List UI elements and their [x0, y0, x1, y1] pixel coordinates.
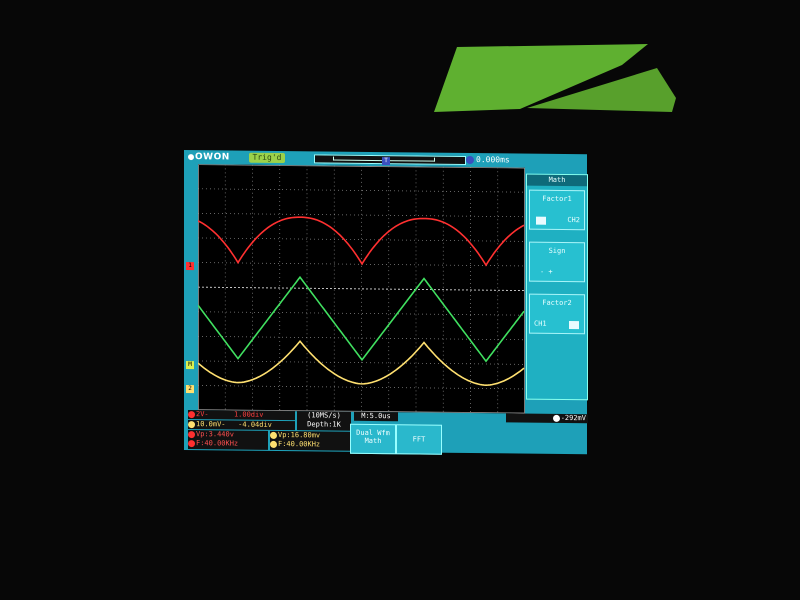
acquisition-info: (10MS/s) Depth:1K: [297, 411, 351, 431]
sign-value: - +: [540, 267, 553, 276]
math-marker[interactable]: M: [186, 361, 194, 370]
math-waveform: [197, 275, 525, 363]
ch1-vp: Vp:3.440v: [196, 430, 234, 439]
ch1-measurements: Vp:3.440v F:40.00KHz: [188, 430, 268, 450]
ch2-scale-row: 10.0mV- -4.04div: [188, 420, 295, 431]
waveform-svg: [197, 164, 525, 414]
trigger-top-marker[interactable]: T: [382, 157, 390, 166]
ch1-ground-marker[interactable]: 1: [186, 262, 194, 271]
ch2-frequency: F:40.00KHz: [278, 439, 321, 449]
factor2-value: CH1: [534, 319, 547, 328]
ch2-meas-icon: [270, 431, 277, 439]
brand-logo: OWON: [188, 152, 230, 162]
waveform-display[interactable]: 1 M 2 T: [186, 157, 525, 414]
factor1-option[interactable]: Factor1 CH2: [529, 189, 585, 231]
factor2-option[interactable]: Factor2 CH1: [529, 293, 585, 335]
sign-option[interactable]: Sign - +: [529, 241, 585, 283]
trigger-level-readout: -292mV: [506, 413, 588, 424]
trigger-status-badge: Trig'd: [249, 152, 285, 164]
memory-depth: Depth:1K: [307, 420, 341, 429]
graticule: [198, 164, 525, 414]
memory-position-bar: [314, 154, 466, 165]
factor1-value: CH2: [567, 216, 580, 225]
factor2-swatch: [569, 321, 579, 330]
menu-title: Math: [527, 174, 587, 187]
fft-softkey[interactable]: FFT: [396, 424, 442, 455]
factor2-label: Factor2: [542, 298, 572, 308]
trigger-time-position: 0.000ms: [466, 155, 510, 164]
ch1-waveform: [197, 216, 525, 267]
ch1-meas-icon: [188, 430, 195, 438]
sign-label: Sign: [548, 246, 566, 255]
ch2-freq-icon: [270, 440, 277, 448]
ch2-measurements: Vp:16.80mv F:40.00KHz: [270, 430, 351, 451]
factor1-swatch: [536, 216, 546, 225]
ch1-scale-row: 2V- 1.00div: [188, 410, 295, 421]
ch1-frequency: F:40.00KHz: [196, 439, 239, 448]
photo-scene: OWON Trig'd 0.000ms 1 M 2 T Math Factor1: [0, 0, 800, 600]
brand-dot-icon: [188, 153, 194, 160]
factor1-label: Factor1: [542, 194, 572, 204]
dual-wfm-math-softkey[interactable]: Dual Wfm Math: [350, 423, 396, 455]
trigger-position-icon: [466, 155, 474, 164]
ch2-vp: Vp:16.80mv: [278, 430, 321, 440]
trigger-edge-icon: [552, 414, 560, 422]
oscilloscope-screen: OWON Trig'd 0.000ms 1 M 2 T Math Factor1: [184, 150, 588, 455]
math-menu: Math Factor1 CH2 Sign - + Factor2 CH1: [526, 173, 588, 401]
timebase-readout: M:5.0us: [354, 411, 398, 422]
ch2-tag-icon: [188, 420, 195, 428]
ch1-freq-icon: [188, 439, 195, 447]
ch1-tag-icon: [188, 410, 195, 418]
ch2-ground-marker[interactable]: 2: [186, 385, 194, 394]
